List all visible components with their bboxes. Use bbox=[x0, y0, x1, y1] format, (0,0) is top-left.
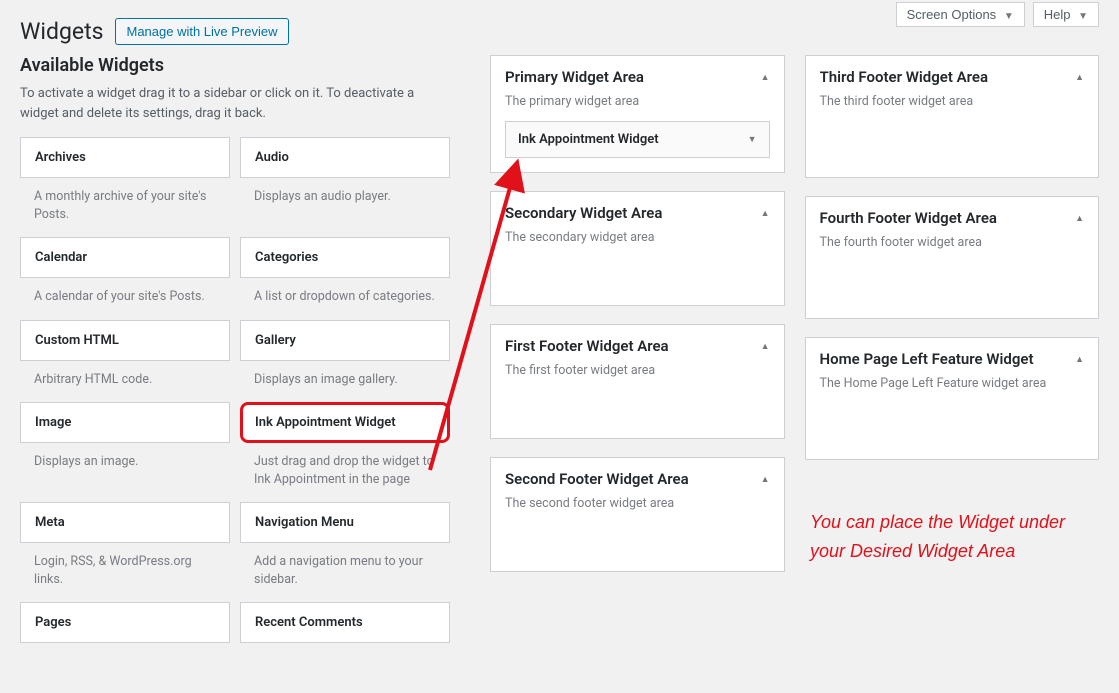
chevron-up-icon: ▲ bbox=[1075, 213, 1084, 224]
available-widget-image[interactable]: Image bbox=[20, 402, 230, 443]
widget-area-desc: The second footer widget area bbox=[491, 492, 784, 523]
widget-desc: A calendar of your site's Posts. bbox=[20, 278, 230, 312]
widget-area-desc: The third footer widget area bbox=[806, 90, 1099, 121]
available-widget-recent-comments[interactable]: Recent Comments bbox=[240, 602, 450, 643]
widget-area-title: Home Page Left Feature Widget bbox=[820, 350, 1076, 368]
chevron-down-icon: ▼ bbox=[1078, 11, 1088, 22]
widget-area-title: First Footer Widget Area bbox=[505, 337, 761, 355]
widget-desc: Arbitrary HTML code. bbox=[20, 361, 230, 395]
widget-area-desc: The secondary widget area bbox=[491, 226, 784, 257]
available-widget-audio[interactable]: Audio bbox=[240, 137, 450, 178]
available-widget-gallery[interactable]: Gallery bbox=[240, 320, 450, 361]
available-widgets-intro: To activate a widget drag it to a sideba… bbox=[20, 84, 450, 123]
widget-desc: Displays an audio player. bbox=[240, 178, 450, 212]
widget-desc: A monthly archive of your site's Posts. bbox=[20, 178, 230, 229]
chevron-up-icon: ▲ bbox=[1075, 354, 1084, 365]
chevron-down-icon: ▼ bbox=[1004, 11, 1014, 22]
widget-area-desc: The Home Page Left Feature widget area bbox=[806, 372, 1099, 403]
chevron-up-icon: ▲ bbox=[761, 208, 770, 219]
widget-area-header[interactable]: First Footer Widget Area▲ bbox=[491, 325, 784, 359]
widget-desc: Displays an image. bbox=[20, 443, 230, 477]
widget-area-title: Third Footer Widget Area bbox=[820, 68, 1076, 86]
help-label: Help bbox=[1044, 7, 1071, 22]
widget-desc: Displays an image gallery. bbox=[240, 361, 450, 395]
annotation-text: You can place the Widget under your Desi… bbox=[810, 508, 1090, 566]
widget-desc: A list or dropdown of categories. bbox=[240, 278, 450, 312]
placed-widget-label: Ink Appointment Widget bbox=[518, 132, 748, 147]
available-widget-archives[interactable]: Archives bbox=[20, 137, 230, 178]
available-widget-custom-html[interactable]: Custom HTML bbox=[20, 320, 230, 361]
available-widget-navigation-menu[interactable]: Navigation Menu bbox=[240, 502, 450, 543]
widget-area-header[interactable]: Primary Widget Area▲ bbox=[491, 56, 784, 90]
chevron-up-icon: ▲ bbox=[761, 72, 770, 83]
widget-area-desc: The primary widget area bbox=[491, 90, 784, 121]
chevron-up-icon: ▲ bbox=[1075, 72, 1084, 83]
screen-options-label: Screen Options bbox=[907, 7, 997, 22]
chevron-up-icon: ▲ bbox=[761, 341, 770, 352]
placed-widget[interactable]: Ink Appointment Widget▼ bbox=[505, 121, 770, 158]
chevron-down-icon: ▼ bbox=[748, 134, 757, 145]
help-button[interactable]: Help ▼ bbox=[1033, 2, 1099, 27]
widget-area-title: Fourth Footer Widget Area bbox=[820, 209, 1076, 227]
widget-area-desc: The first footer widget area bbox=[491, 359, 784, 390]
available-widget-categories[interactable]: Categories bbox=[240, 237, 450, 278]
available-widget-calendar[interactable]: Calendar bbox=[20, 237, 230, 278]
widget-area-title: Primary Widget Area bbox=[505, 68, 761, 86]
widget-area-header[interactable]: Secondary Widget Area▲ bbox=[491, 192, 784, 226]
available-widget-ink-appointment-widget[interactable]: Ink Appointment Widget bbox=[240, 402, 450, 443]
widget-desc: Login, RSS, & WordPress.org links. bbox=[20, 543, 230, 594]
widget-desc: Add a navigation menu to your sidebar. bbox=[240, 543, 450, 594]
page-title: Widgets bbox=[20, 18, 103, 45]
widget-area-header[interactable]: Home Page Left Feature Widget▲ bbox=[806, 338, 1099, 372]
widget-area-desc: The fourth footer widget area bbox=[806, 231, 1099, 262]
screen-options-button[interactable]: Screen Options ▼ bbox=[896, 2, 1025, 27]
widget-area-header[interactable]: Fourth Footer Widget Area▲ bbox=[806, 197, 1099, 231]
chevron-up-icon: ▲ bbox=[761, 474, 770, 485]
widget-area-header[interactable]: Second Footer Widget Area▲ bbox=[491, 458, 784, 492]
widget-area-header[interactable]: Third Footer Widget Area▲ bbox=[806, 56, 1099, 90]
available-widgets-heading: Available Widgets bbox=[20, 55, 450, 76]
manage-live-preview-button[interactable]: Manage with Live Preview bbox=[115, 18, 288, 45]
available-widget-pages[interactable]: Pages bbox=[20, 602, 230, 643]
widget-desc: Just drag and drop the widget to Ink App… bbox=[240, 443, 450, 494]
available-widget-meta[interactable]: Meta bbox=[20, 502, 230, 543]
widget-area-title: Secondary Widget Area bbox=[505, 204, 761, 222]
widget-area-title: Second Footer Widget Area bbox=[505, 470, 761, 488]
